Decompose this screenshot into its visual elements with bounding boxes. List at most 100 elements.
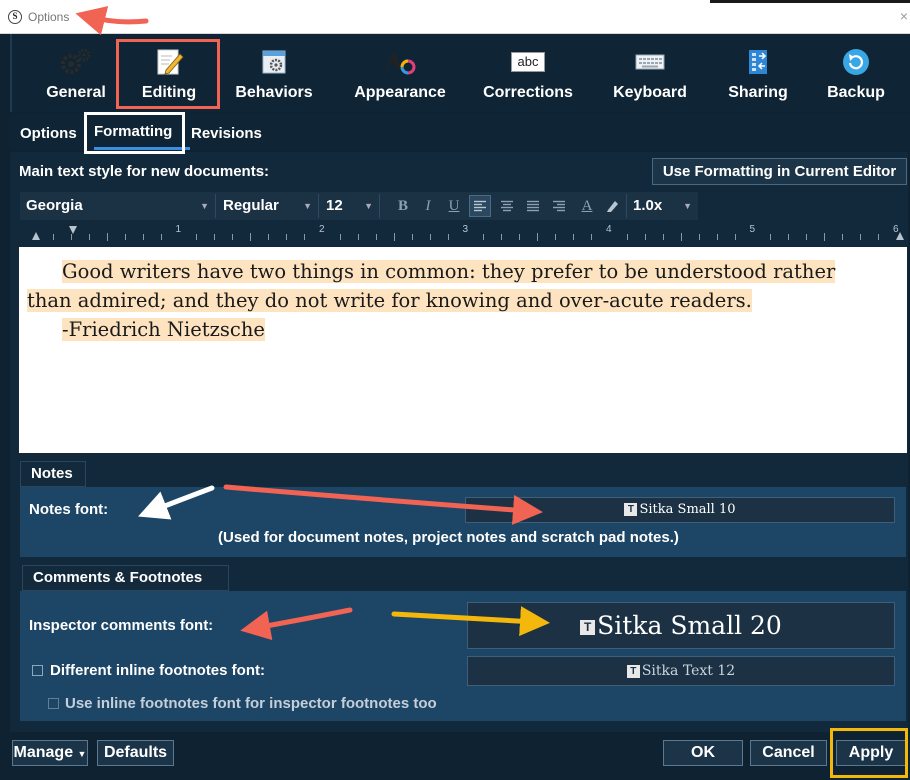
font-icon: T <box>580 620 596 635</box>
highlight-button[interactable] <box>601 195 623 217</box>
inspector-comments-font-value: Sitka Small 20 <box>597 611 782 640</box>
ruler-tick <box>268 234 270 240</box>
font-style-select[interactable]: Regular ▼ <box>217 194 319 218</box>
inspector-comments-font-button[interactable]: T Sitka Small 20 <box>467 602 895 649</box>
ruler-tick <box>483 234 485 240</box>
ruler-tick <box>393 233 395 241</box>
chevron-down-icon: ▼ <box>364 201 373 211</box>
window-gear-icon <box>262 50 286 74</box>
ruler-tick <box>70 234 72 240</box>
font-size-value: 12 <box>326 197 343 214</box>
notes-font-value: Sitka Small 10 <box>639 502 736 517</box>
different-inline-footnotes-checkbox[interactable] <box>32 665 43 676</box>
ruler-tick <box>411 234 413 240</box>
inline-footnotes-font-button[interactable]: T Sitka Text 12 <box>467 656 895 686</box>
manage-label: Manage <box>13 744 74 761</box>
ruler-tick <box>447 234 449 240</box>
notes-font-button[interactable]: T Sitka Small 10 <box>465 497 895 523</box>
ruler-tick <box>375 234 377 240</box>
toolbar-general[interactable]: General <box>44 46 108 102</box>
ruler-tick <box>842 234 844 240</box>
ok-button[interactable]: OK <box>663 740 743 766</box>
use-inline-footnotes-checkbox[interactable] <box>48 698 59 709</box>
chevron-down-icon: ▼ <box>683 201 692 211</box>
ruler-tick <box>286 234 288 240</box>
left-indent-marker[interactable] <box>32 232 40 240</box>
manage-button[interactable]: Manage ▼ <box>12 740 88 766</box>
notes-section: Notes font: T Sitka Small 10 (Used for do… <box>20 487 906 557</box>
ruler-number: 5 <box>749 224 756 235</box>
ruler-tick <box>429 234 431 240</box>
ruler-tick <box>196 234 198 240</box>
use-inline-footnotes-label: Use inline footnotes font for inspector … <box>65 695 437 712</box>
ruler-tick <box>716 234 718 240</box>
ruler-tick <box>124 234 126 240</box>
notes-section-tab: Notes <box>20 461 86 487</box>
defaults-button[interactable]: Defaults <box>97 740 174 766</box>
backup-icon <box>843 49 869 75</box>
ruler-tick <box>214 234 216 240</box>
toolbar-label: Corrections <box>483 84 573 101</box>
right-indent-marker[interactable] <box>896 232 904 240</box>
tab-revisions[interactable]: Revisions <box>191 125 262 142</box>
title-bar: S Options × <box>0 0 910 34</box>
ruler-tick <box>357 234 359 240</box>
toolbar-backup[interactable]: Backup <box>816 46 896 102</box>
ruler-tick <box>770 234 772 240</box>
toolbar-appearance[interactable]: A Appearance <box>350 46 450 102</box>
cancel-button[interactable]: Cancel <box>750 740 827 766</box>
sample-text-editor[interactable]: Good writers have two things in common: … <box>19 247 907 453</box>
first-line-indent-marker[interactable] <box>69 226 77 234</box>
sample-line-1: Good writers have two things in common: … <box>62 260 836 283</box>
align-right-button[interactable] <box>548 195 570 217</box>
ruler-tick <box>250 233 252 241</box>
chevron-down-icon: ▼ <box>77 749 87 759</box>
gears-icon <box>61 48 91 74</box>
keyboard-icon <box>635 54 665 70</box>
notes-font-label: Notes font: <box>29 501 109 518</box>
font-family-select[interactable]: Georgia ▼ <box>20 194 216 218</box>
ruler-tick <box>519 234 521 240</box>
close-icon[interactable]: × <box>900 8 908 24</box>
ruler-tick <box>662 234 664 240</box>
text-color-button[interactable]: A <box>576 195 598 217</box>
underline-button[interactable]: U <box>443 195 465 217</box>
align-justify-button[interactable] <box>522 195 544 217</box>
ruler-tick <box>878 234 880 240</box>
font-icon: T <box>624 503 638 516</box>
toolbar-label: Behaviors <box>235 84 313 101</box>
different-inline-footnotes-label: Different inline footnotes font: <box>50 662 265 679</box>
font-icon: T <box>626 664 640 678</box>
main-text-style-label: Main text style for new documents: <box>19 163 270 180</box>
align-left-button[interactable] <box>469 195 491 217</box>
ruler-tick <box>304 234 306 240</box>
align-center-button[interactable] <box>496 195 518 217</box>
toolbar-keyboard[interactable]: Keyboard <box>608 46 692 102</box>
svg-text:A: A <box>385 49 402 73</box>
italic-button[interactable]: I <box>417 195 439 217</box>
chevron-down-icon: ▼ <box>303 201 312 211</box>
ruler-tick <box>232 234 234 240</box>
app-logo-icon: S <box>8 10 22 24</box>
align-center-icon <box>501 200 513 212</box>
ruler-tick <box>573 234 575 240</box>
toolbar-corrections[interactable]: abc Corrections <box>480 46 576 102</box>
toolbar-label: Keyboard <box>613 84 687 101</box>
toolbar-label: Sharing <box>728 84 788 101</box>
ruler-tick <box>339 234 341 240</box>
ruler-tick <box>860 234 862 240</box>
bold-button[interactable]: B <box>392 195 414 217</box>
font-size-select[interactable]: 12 ▼ <box>320 194 380 218</box>
toolbar-behaviors[interactable]: Behaviors <box>234 46 314 102</box>
line-spacing-select[interactable]: 1.0x ▼ <box>626 194 698 218</box>
use-formatting-current-editor-button[interactable]: Use Formatting in Current Editor <box>652 158 907 185</box>
ruler-tick <box>52 234 54 240</box>
ruler-tick <box>626 234 628 240</box>
toolbar-sharing[interactable]: Sharing <box>720 46 796 102</box>
highlighter-icon <box>607 201 618 212</box>
tab-options[interactable]: Options <box>20 125 77 142</box>
align-justify-icon <box>527 200 539 212</box>
line-spacing-value: 1.0x <box>633 197 663 214</box>
sample-text: Good writers have two things in common: … <box>27 257 897 344</box>
ruler-tick <box>644 234 646 240</box>
